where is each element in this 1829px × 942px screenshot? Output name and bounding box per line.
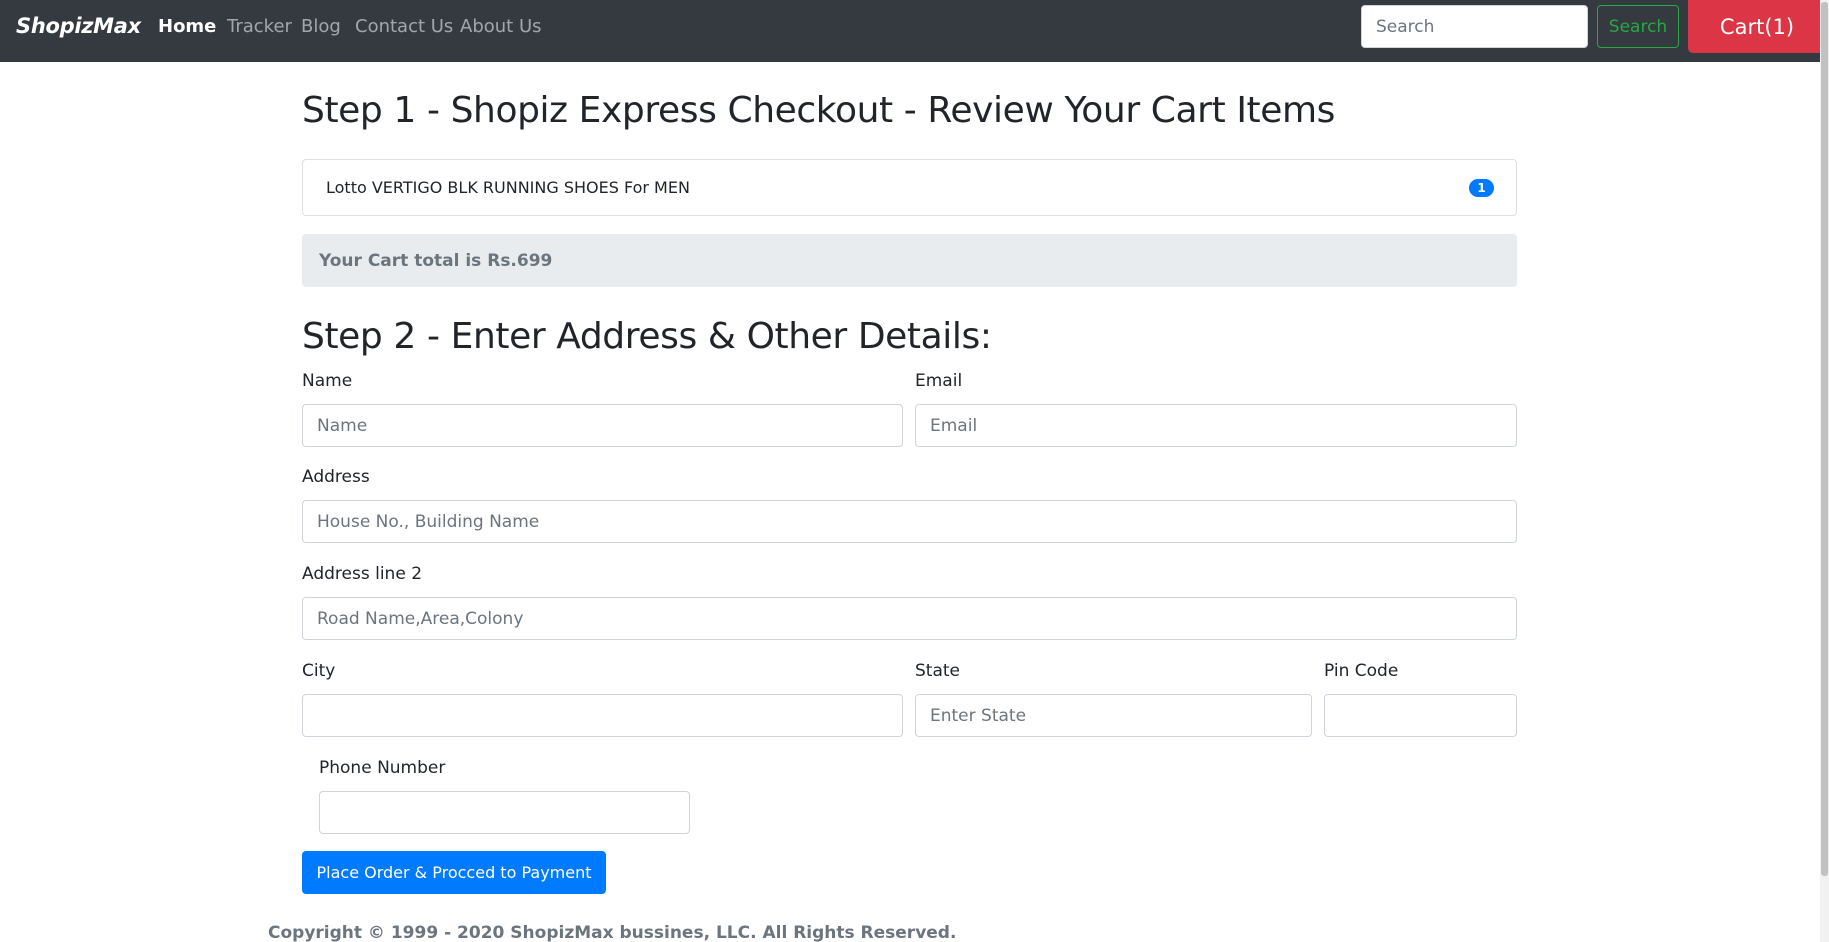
cart-item-name: Lotto VERTIGO BLK RUNNING SHOES For MEN [326, 178, 690, 197]
scrollbar-thumb[interactable] [1821, 2, 1828, 876]
cart-total-text: Your Cart total is Rs.699 [319, 251, 553, 271]
phone-number-field[interactable] [319, 791, 690, 834]
top-navbar: ShopizMax Home Tracker Blog Contact Us A… [0, 0, 1826, 62]
quantity-badge: 1 [1469, 179, 1494, 197]
city-label: City [302, 661, 336, 681]
nav-link-home[interactable]: Home [158, 16, 216, 37]
place-order-button[interactable]: Place Order & Procced to Payment [302, 851, 606, 894]
step2-heading: Step 2 - Enter Address & Other Details: [302, 316, 992, 357]
brand-logo[interactable]: ShopizMax [16, 14, 141, 38]
phone-number-label: Phone Number [319, 758, 446, 778]
cart-total-alert: Your Cart total is Rs.699 [302, 234, 1517, 287]
nav-link-contact-us[interactable]: Contact Us [355, 16, 453, 37]
address-label: Address [302, 467, 370, 487]
state-label: State [915, 661, 960, 681]
nav-link-blog[interactable]: Blog [301, 16, 341, 37]
search-input[interactable] [1361, 5, 1588, 48]
step1-heading: Step 1 - Shopiz Express Checkout - Revie… [302, 90, 1336, 131]
state-field[interactable] [915, 694, 1312, 737]
email-field[interactable] [915, 404, 1517, 447]
name-field[interactable] [302, 404, 903, 447]
pin-code-label: Pin Code [1324, 661, 1399, 681]
cart-button[interactable]: Cart(1) [1688, 0, 1826, 53]
city-field[interactable] [302, 694, 903, 737]
address-field[interactable] [302, 500, 1517, 543]
name-label: Name [302, 371, 353, 391]
pin-code-field[interactable] [1324, 694, 1517, 737]
email-label: Email [915, 371, 963, 391]
search-button[interactable]: Search [1597, 5, 1679, 48]
footer-copyright: Copyright © 1999 - 2020 ShopizMax bussin… [268, 923, 957, 942]
address-line2-field[interactable] [302, 597, 1517, 640]
nav-link-about-us[interactable]: About Us [460, 16, 542, 37]
cart-list-item: Lotto VERTIGO BLK RUNNING SHOES For MEN … [302, 159, 1517, 216]
nav-link-tracker[interactable]: Tracker [227, 16, 292, 37]
address-line2-label: Address line 2 [302, 564, 423, 584]
